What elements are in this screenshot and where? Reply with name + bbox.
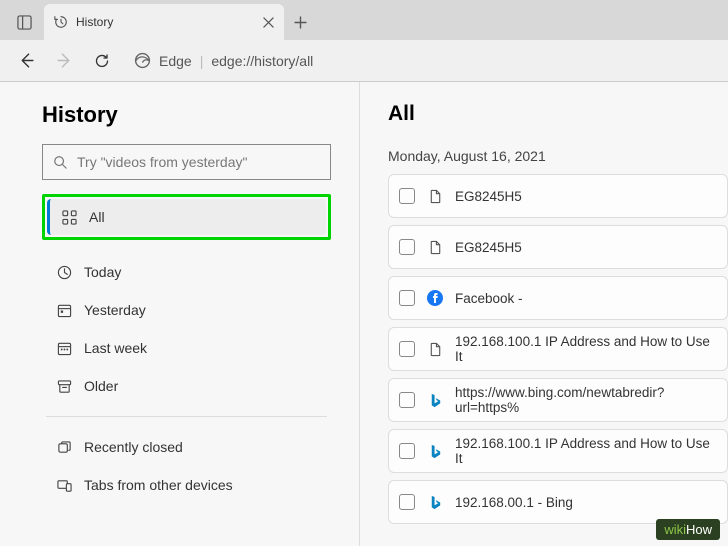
entry-checkbox[interactable] xyxy=(399,494,415,510)
devices-icon xyxy=(57,478,72,493)
entry-title: https://www.bing.com/newtabredir?url=htt… xyxy=(455,385,717,415)
grid-icon xyxy=(62,210,77,225)
entry-title: EG8245H5 xyxy=(455,240,522,255)
forward-icon xyxy=(56,52,73,69)
site-identity: Edge xyxy=(159,53,192,69)
history-list: EG8245H5 EG8245H5 Facebook - 192.168.100.1 … xyxy=(388,174,728,524)
nav-lastweek[interactable]: Last week xyxy=(42,330,331,366)
favicon-bing xyxy=(427,494,443,510)
entry-title: EG8245H5 xyxy=(455,189,522,204)
search-placeholder: Try "videos from yesterday" xyxy=(77,154,247,170)
history-main: All Monday, August 16, 2021 EG8245H5EG82… xyxy=(360,82,728,546)
history-entry[interactable]: https://www.bing.com/newtabredir?url=htt… xyxy=(388,378,728,422)
favicon-file xyxy=(427,188,443,204)
history-sidebar: History Try "videos from yesterday" All … xyxy=(0,82,360,546)
entry-title: 192.168.100.1 IP Address and How to Use … xyxy=(455,436,717,466)
refresh-icon xyxy=(94,53,110,69)
favicon-fb xyxy=(427,290,443,306)
archive-icon xyxy=(57,379,72,394)
date-header: Monday, August 16, 2021 xyxy=(388,148,728,164)
back-button[interactable] xyxy=(10,45,42,77)
nav-label: Tabs from other devices xyxy=(84,477,233,493)
entry-checkbox[interactable] xyxy=(399,392,415,408)
watermark: wikiHow xyxy=(656,519,720,540)
new-tab-button[interactable] xyxy=(284,4,316,40)
title-bar: History xyxy=(0,0,728,40)
separator: | xyxy=(200,53,204,69)
plus-icon xyxy=(294,16,307,29)
entry-checkbox[interactable] xyxy=(399,239,415,255)
entry-title: Facebook - xyxy=(455,291,523,306)
calendar-week-icon xyxy=(57,341,72,356)
tab-well: History xyxy=(0,4,316,40)
close-icon[interactable] xyxy=(263,17,274,28)
history-icon xyxy=(54,15,68,29)
calendar-day-icon xyxy=(57,303,72,318)
content-area: History Try "videos from yesterday" All … xyxy=(0,82,728,546)
search-icon xyxy=(53,155,67,169)
search-input[interactable]: Try "videos from yesterday" xyxy=(42,144,331,180)
nav-label: Today xyxy=(84,264,121,280)
sidebar-title: History xyxy=(42,102,331,128)
entry-checkbox[interactable] xyxy=(399,290,415,306)
entry-title: 192.168.00.1 - Bing xyxy=(455,495,573,510)
main-heading: All xyxy=(388,102,728,126)
nav-label: Recently closed xyxy=(84,439,183,455)
toolbar: Edge | edge://history/all xyxy=(0,40,728,82)
entry-checkbox[interactable] xyxy=(399,188,415,204)
tab-actions-button[interactable] xyxy=(8,6,40,38)
favicon-bing xyxy=(427,443,443,459)
nav-all[interactable]: All xyxy=(47,199,326,235)
nav-recently-closed[interactable]: Recently closed xyxy=(42,429,331,465)
history-entry[interactable]: 192.168.100.1 IP Address and How to Use … xyxy=(388,429,728,473)
nav-list: Today Yesterday Last week Older Recently… xyxy=(42,254,331,503)
nav-yesterday[interactable]: Yesterday xyxy=(42,292,331,328)
divider xyxy=(46,416,327,417)
nav-today[interactable]: Today xyxy=(42,254,331,290)
forward-button[interactable] xyxy=(48,45,80,77)
history-entry[interactable]: EG8245H5 xyxy=(388,225,728,269)
nav-label: Older xyxy=(84,378,118,394)
favicon-bing xyxy=(427,392,443,408)
entry-checkbox[interactable] xyxy=(399,341,415,357)
browser-tab[interactable]: History xyxy=(44,4,284,40)
url-text: edge://history/all xyxy=(211,53,313,69)
back-icon xyxy=(18,52,35,69)
history-entry[interactable]: EG8245H5 xyxy=(388,174,728,218)
nav-label: Last week xyxy=(84,340,147,356)
tab-panel-icon xyxy=(17,15,32,30)
tab-title: History xyxy=(76,15,113,29)
clock-icon xyxy=(57,265,72,280)
favicon-file xyxy=(427,239,443,255)
address-bar[interactable]: Edge | edge://history/all xyxy=(134,52,313,69)
nav-label: Yesterday xyxy=(84,302,146,318)
edge-icon xyxy=(134,52,151,69)
refresh-button[interactable] xyxy=(86,45,118,77)
tutorial-highlight: All xyxy=(42,194,331,240)
restore-icon xyxy=(57,440,72,455)
nav-other-devices[interactable]: Tabs from other devices xyxy=(42,467,331,503)
history-entry[interactable]: 192.168.100.1 IP Address and How to Use … xyxy=(388,327,728,371)
entry-checkbox[interactable] xyxy=(399,443,415,459)
history-entry[interactable]: 192.168.00.1 - Bing xyxy=(388,480,728,524)
history-entry[interactable]: Facebook - xyxy=(388,276,728,320)
nav-older[interactable]: Older xyxy=(42,368,331,404)
favicon-file xyxy=(427,341,443,357)
nav-label: All xyxy=(89,209,105,225)
entry-title: 192.168.100.1 IP Address and How to Use … xyxy=(455,334,717,364)
